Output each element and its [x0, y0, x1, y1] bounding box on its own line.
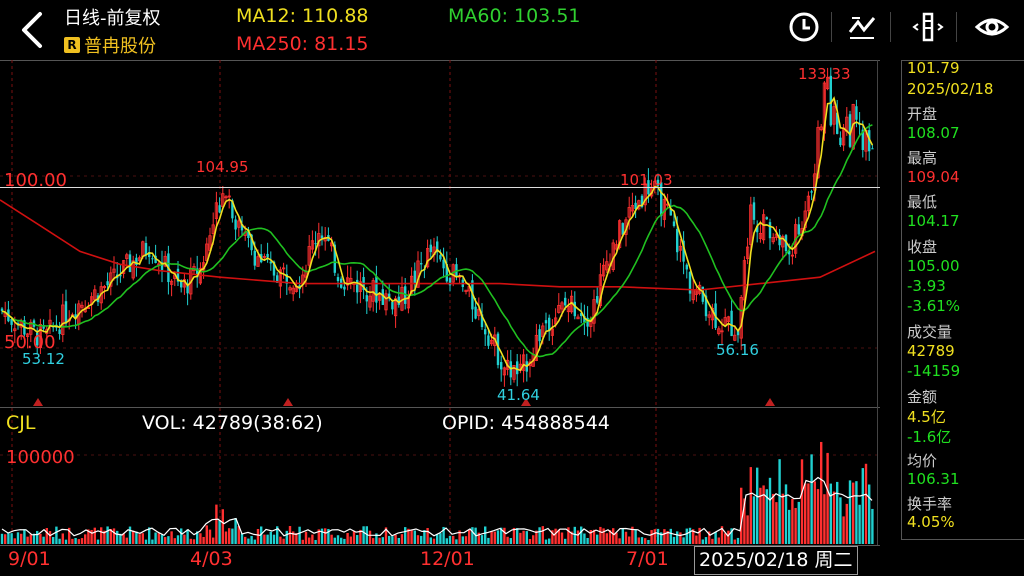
- volume-level: 100000: [6, 447, 75, 468]
- volume-change-value: -14159: [907, 362, 961, 380]
- event-markers: [33, 398, 775, 406]
- open-value: 108.07: [907, 124, 960, 142]
- stock-name[interactable]: R 普冉股份: [64, 32, 156, 58]
- stock-name-label: 普冉股份: [84, 36, 156, 57]
- x-label-1: 9/01: [8, 548, 51, 570]
- volume-bars: [0, 441, 874, 544]
- low-point-label: 53.12: [22, 350, 65, 368]
- eye-icon[interactable]: [974, 8, 1010, 44]
- volume-value-side: 42789: [907, 342, 955, 360]
- high-value: 109.04: [907, 168, 960, 186]
- close-value: 105.00: [907, 257, 960, 275]
- back-chevron-icon[interactable]: [16, 10, 48, 50]
- high-label: 最高: [907, 149, 938, 167]
- toolbar-divider-2: [890, 12, 891, 42]
- avg-value: 106.31: [907, 470, 960, 488]
- opid-value: OPID: 454888544: [442, 412, 610, 434]
- change-pct-value: -3.61%: [907, 297, 961, 315]
- avg-label: 均价: [907, 452, 938, 470]
- volume-value: VOL: 42789(38:62): [142, 412, 323, 434]
- turnover-value: 4.05%: [907, 513, 955, 531]
- draw-line-icon[interactable]: [844, 8, 880, 44]
- x-label-4: 7/01: [626, 548, 669, 570]
- toolbar-divider-3: [956, 12, 957, 42]
- x-label-2: 4/03: [190, 548, 233, 570]
- low-label: 最低: [907, 193, 938, 211]
- candlesticks: [0, 67, 874, 387]
- expand-bars-icon[interactable]: [910, 8, 946, 44]
- ma12-line: [1, 96, 874, 372]
- clock-icon[interactable]: [786, 8, 822, 44]
- price-level-100: 100.00: [4, 170, 67, 191]
- high-point-label: 104.95: [196, 158, 249, 176]
- cursor-date-label: 2025/02/18: [907, 80, 994, 98]
- top-bar: 日线-前复权 R 普冉股份 MA12: 110.88 MA60: 103.51 …: [0, 0, 1024, 60]
- turnover-label: 换手率: [907, 495, 953, 513]
- amount-change-value: -1.6亿: [907, 428, 952, 446]
- volume-indicator-name[interactable]: CJL: [6, 412, 35, 434]
- quote-sidebar: 101.79 2025/02/18 开盘 108.07 最高 109.04 最低…: [901, 59, 1024, 540]
- amount-value: 4.5亿: [907, 408, 946, 426]
- horizontal-grid: [0, 175, 877, 456]
- kline-chart[interactable]: [0, 60, 880, 576]
- change-value: -3.93: [907, 277, 946, 295]
- toolbar-divider: [831, 12, 832, 42]
- high-point-label-2: 101.03: [620, 171, 673, 189]
- chart-title: 日线-前复权: [64, 8, 161, 29]
- close-label: 收盘: [907, 238, 938, 256]
- open-label: 开盘: [907, 105, 938, 123]
- volume-label: 成交量: [907, 323, 953, 341]
- cursor-date: 2025/02/18 周二: [694, 546, 858, 575]
- vertical-grid: [11, 60, 657, 545]
- low-point-label-2: 56.16: [716, 341, 759, 359]
- ma250-legend: MA250: 81.15: [236, 33, 369, 55]
- min-point-label: 41.64: [497, 386, 540, 404]
- low-value: 104.17: [907, 212, 960, 230]
- max-point-label: 133.33: [798, 65, 851, 83]
- cursor-price: 101.79: [907, 59, 960, 77]
- amount-label: 金额: [907, 388, 938, 406]
- ma60-legend: MA60: 103.51: [448, 5, 581, 27]
- x-label-3: 12/01: [420, 548, 475, 570]
- stock-badge: R: [64, 37, 80, 53]
- ma12-legend: MA12: 110.88: [236, 5, 369, 27]
